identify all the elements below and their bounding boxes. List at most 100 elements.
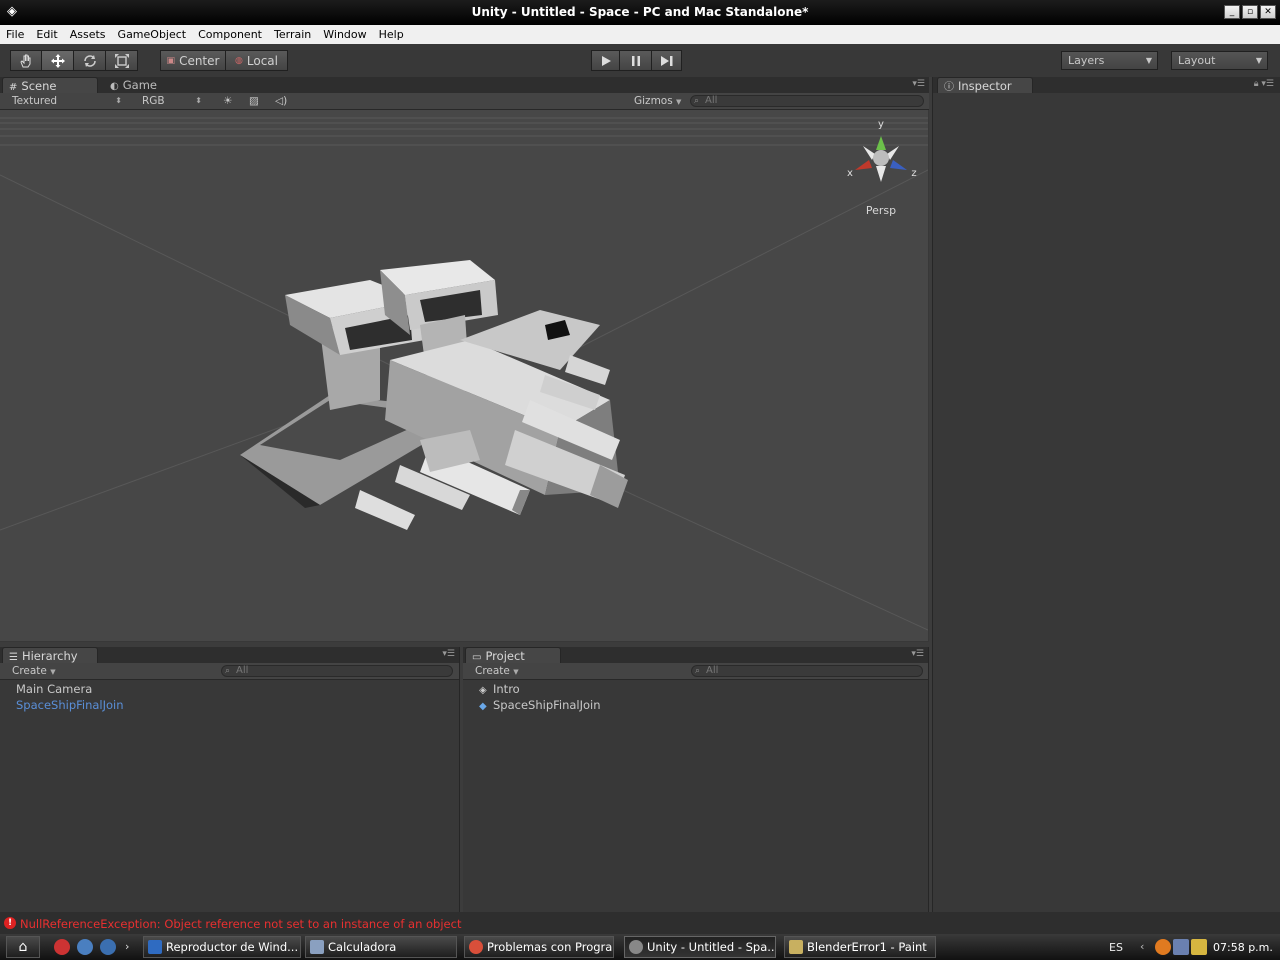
tray-app-icon[interactable] bbox=[1155, 939, 1171, 955]
pause-button[interactable] bbox=[620, 50, 652, 71]
spaceship-model[interactable] bbox=[240, 260, 628, 530]
panel-menu-icon[interactable]: ▾☰ bbox=[911, 649, 924, 659]
error-message[interactable]: NullReferenceException: Object reference… bbox=[20, 917, 461, 931]
inspector-lock-icon[interactable]: 🔒︎ ▾☰ bbox=[1254, 79, 1274, 89]
menu-terrain[interactable]: Terrain bbox=[268, 25, 317, 44]
menu-help[interactable]: Help bbox=[373, 25, 410, 44]
scene-lighting-toggle[interactable]: ☀ bbox=[216, 93, 240, 109]
console-statusbar[interactable]: ! NullReferenceException: Object referen… bbox=[0, 912, 1280, 934]
hierarchy-search-input[interactable]: ⌕ All bbox=[221, 665, 453, 677]
chrome-icon bbox=[469, 940, 483, 954]
hierarchy-item-spaceship[interactable]: SpaceShipFinalJoin bbox=[0, 697, 459, 713]
layout-dropdown[interactable]: Layout ▼ bbox=[1171, 51, 1268, 70]
tab-scene-label: Scene bbox=[21, 79, 57, 93]
inspector-panel: ⓘ Inspector 🔒︎ ▾☰ bbox=[932, 77, 1280, 912]
menu-component[interactable]: Component bbox=[192, 25, 268, 44]
gizmo-x-label: x bbox=[847, 168, 853, 179]
scale-icon bbox=[114, 53, 129, 68]
task-label: Calculadora bbox=[328, 940, 397, 954]
tab-inspector-label: Inspector bbox=[958, 79, 1012, 93]
color-mode-dropdown[interactable]: RGB ⬍ bbox=[136, 93, 206, 109]
task-chrome[interactable]: Problemas con Progra... bbox=[464, 936, 614, 958]
quicklaunch-media-icon[interactable] bbox=[100, 939, 116, 955]
panel-menu-icon[interactable]: ▾☰ bbox=[442, 649, 455, 659]
rotate-tool-button[interactable] bbox=[74, 50, 106, 71]
move-arrows-icon bbox=[50, 53, 65, 68]
task-media-player[interactable]: Reproductor de Wind... bbox=[143, 936, 301, 958]
sun-icon: ☀ bbox=[223, 95, 233, 107]
menu-file[interactable]: File bbox=[0, 25, 30, 44]
unity-icon bbox=[629, 940, 643, 954]
menu-window[interactable]: Window bbox=[317, 25, 372, 44]
dropdown-arrow-icon: ▼ bbox=[1145, 56, 1152, 65]
project-item-intro[interactable]: ◈ Intro bbox=[463, 681, 928, 697]
hierarchy-create-dropdown[interactable]: Create ▼ bbox=[6, 663, 66, 679]
hierarchy-panel: ☰ Hierarchy ▾☰ Create ▼ ⌕ All Main Camera … bbox=[0, 647, 460, 912]
inspector-tabbar: ⓘ Inspector 🔒︎ ▾☰ bbox=[933, 77, 1280, 93]
tab-project[interactable]: ▭ Project bbox=[465, 647, 561, 663]
globe-icon: ◍ bbox=[235, 55, 243, 66]
language-indicator[interactable]: ES bbox=[1109, 941, 1123, 954]
layers-label: Layers bbox=[1068, 54, 1105, 67]
maximize-button[interactable]: ▫ bbox=[1242, 5, 1258, 19]
tray-expand-icon[interactable]: ‹ bbox=[1140, 940, 1144, 953]
quicklaunch-opera-icon[interactable] bbox=[54, 939, 70, 955]
task-paint[interactable]: BlenderError1 - Paint bbox=[784, 936, 936, 958]
scene-canvas[interactable]: y x z Persp bbox=[0, 110, 928, 641]
scene-fx-toggle[interactable]: ▨ bbox=[242, 93, 268, 109]
project-search-input[interactable]: ⌕ All bbox=[691, 665, 923, 677]
orientation-gizmo[interactable]: y x z Persp bbox=[847, 119, 917, 217]
main-toolbar: ▣ Center ◍ Local Layers ▼ Layout ▼ bbox=[0, 44, 1280, 77]
panel-menu-icon[interactable]: ▾☰ bbox=[912, 79, 925, 89]
hierarchy-search-placeholder: All bbox=[236, 665, 249, 676]
tray-users-icon[interactable] bbox=[1191, 939, 1207, 955]
search-icon: ⌕ bbox=[694, 96, 700, 106]
scene-toolbar: Textured ⬍ RGB ⬍ ☀ ▨ ◁) Gizmos ▼ ⌕ All bbox=[0, 93, 929, 110]
task-label: Unity - Untitled - Spa... bbox=[647, 940, 776, 954]
menubar: File Edit Assets GameObject Component Te… bbox=[0, 25, 1280, 44]
menu-assets[interactable]: Assets bbox=[64, 25, 112, 44]
info-icon: ⓘ bbox=[944, 82, 954, 93]
move-tool-button[interactable] bbox=[42, 50, 74, 71]
pivot-center-toggle[interactable]: ▣ Center bbox=[160, 50, 226, 71]
scene-audio-toggle[interactable]: ◁) bbox=[268, 93, 294, 109]
tab-hierarchy[interactable]: ☰ Hierarchy bbox=[2, 647, 98, 663]
pivot-label: Center bbox=[179, 53, 220, 68]
tray-network-icon[interactable] bbox=[1173, 939, 1189, 955]
clock[interactable]: 07:58 p.m. bbox=[1213, 941, 1273, 954]
home-icon: ⌂ bbox=[18, 939, 28, 955]
minimize-button[interactable]: _ bbox=[1224, 5, 1240, 19]
scale-tool-button[interactable] bbox=[106, 50, 138, 71]
quicklaunch-browser-icon[interactable] bbox=[77, 939, 93, 955]
scene-viewport[interactable]: y x z Persp bbox=[0, 110, 928, 641]
task-unity[interactable]: Unity - Untitled - Spa... bbox=[624, 936, 776, 958]
tab-game[interactable]: ◐ Game bbox=[104, 77, 163, 93]
project-list: ◈ Intro ◆ SpaceShipFinalJoin bbox=[463, 681, 928, 713]
render-mode-dropdown[interactable]: Textured ⬍ bbox=[6, 93, 126, 109]
menu-gameobject[interactable]: GameObject bbox=[112, 25, 193, 44]
projection-label[interactable]: Persp bbox=[866, 204, 896, 217]
pacman-icon: ◐ bbox=[110, 81, 119, 92]
start-button[interactable]: ⌂ bbox=[6, 936, 40, 958]
hierarchy-item-main-camera[interactable]: Main Camera bbox=[0, 681, 459, 697]
project-create-label: Create bbox=[475, 665, 510, 677]
project-toolbar: Create ▼ ⌕ All bbox=[463, 663, 928, 680]
gizmos-dropdown[interactable]: Gizmos ▼ bbox=[628, 93, 684, 109]
chevron-right-icon[interactable]: › bbox=[125, 940, 129, 953]
space-local-toggle[interactable]: ◍ Local bbox=[226, 50, 288, 71]
hand-tool-button[interactable] bbox=[10, 50, 42, 71]
project-create-dropdown[interactable]: Create ▼ bbox=[469, 663, 529, 679]
step-icon bbox=[660, 55, 672, 66]
project-item-spaceship[interactable]: ◆ SpaceShipFinalJoin bbox=[463, 697, 928, 713]
close-button[interactable]: ✕ bbox=[1260, 5, 1276, 19]
menu-edit[interactable]: Edit bbox=[30, 25, 63, 44]
tab-inspector[interactable]: ⓘ Inspector bbox=[937, 77, 1033, 93]
step-button[interactable] bbox=[652, 50, 682, 71]
task-calculator[interactable]: Calculadora bbox=[305, 936, 457, 958]
layers-dropdown[interactable]: Layers ▼ bbox=[1061, 51, 1158, 70]
rotate-icon bbox=[83, 54, 96, 67]
scene-search-input[interactable]: ⌕ All bbox=[690, 95, 924, 107]
play-button[interactable] bbox=[591, 50, 620, 71]
gizmo-z-label: z bbox=[911, 168, 916, 179]
tab-scene[interactable]: # Scene bbox=[2, 77, 98, 93]
